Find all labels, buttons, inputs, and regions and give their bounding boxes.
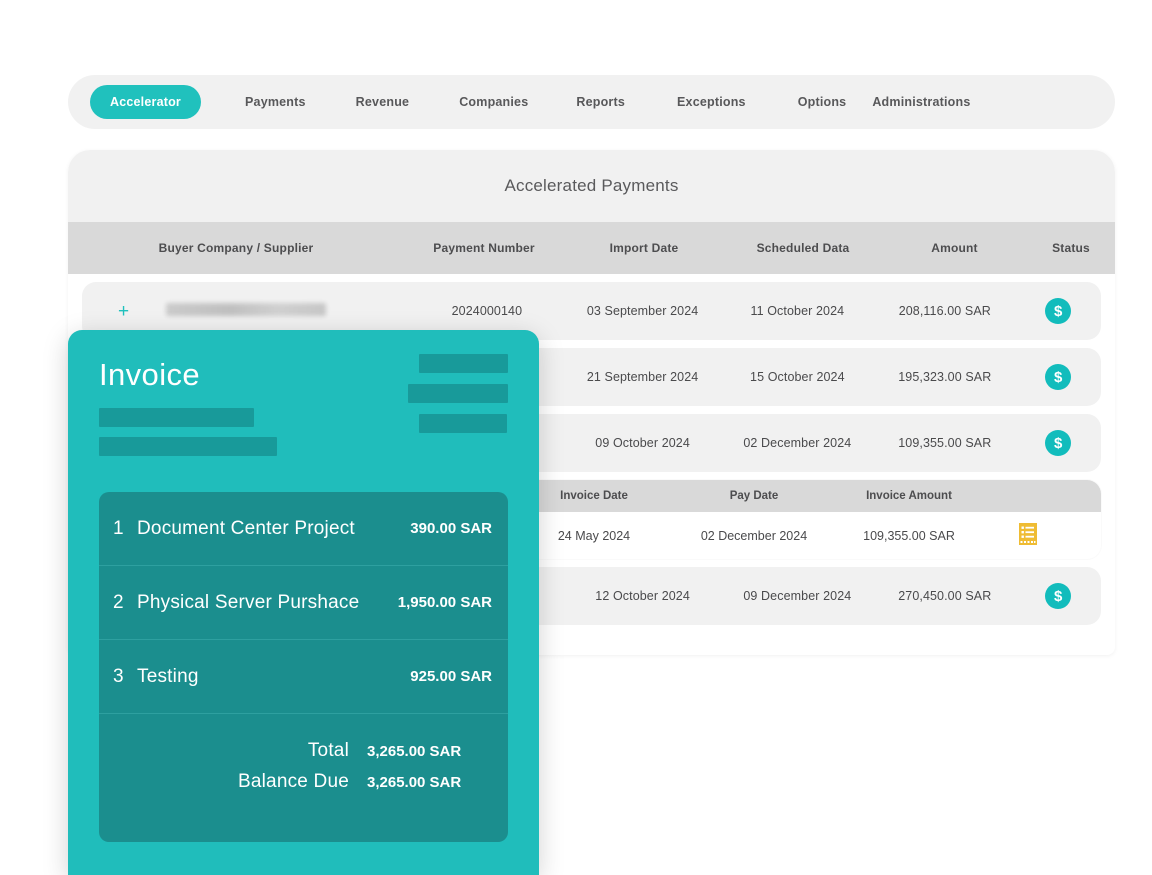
line-item-number: 2 <box>113 591 124 613</box>
total-value: 3,265.00 SAR <box>367 743 462 760</box>
sub-cell-invoice-amount: 109,355.00 SAR <box>863 528 955 543</box>
invoice-document-icon[interactable] <box>1018 522 1038 546</box>
line-item-number: 3 <box>113 665 124 687</box>
tab-revenue[interactable]: Revenue <box>356 95 410 109</box>
expand-row-icon[interactable]: + <box>118 302 129 321</box>
dollar-icon[interactable]: $ <box>1045 364 1072 390</box>
line-item-description: Physical Server Purshace <box>137 591 360 613</box>
cell-scheduled-date: 15 October 2024 <box>750 370 845 384</box>
redacted-invoice-field <box>408 384 508 403</box>
cell-status: $ <box>1015 583 1101 609</box>
invoice-line-item: 3 Testing 925.00 SAR <box>99 640 508 714</box>
redacted-invoice-field <box>99 408 254 427</box>
line-item-number: 1 <box>113 517 124 539</box>
line-item-description: Document Center Project <box>137 517 355 539</box>
cell-amount: 195,323.00 SAR <box>898 370 992 384</box>
cell-status: $ <box>1015 298 1101 324</box>
tab-payments[interactable]: Payments <box>245 95 306 109</box>
line-item-amount: 1,950.00 SAR <box>397 594 492 611</box>
tab-administrations[interactable]: Administrations <box>872 95 970 109</box>
balance-due-value: 3,265.00 SAR <box>367 774 462 791</box>
tab-accelerator[interactable]: Accelerator <box>90 85 201 119</box>
invoice-line-items-panel: 1 Document Center Project 390.00 SAR 2 P… <box>99 492 508 842</box>
cell-import-date: 03 September 2024 <box>586 304 699 318</box>
line-item-description: Testing <box>137 665 199 687</box>
sub-cell-action <box>984 522 1072 549</box>
tab-exceptions[interactable]: Exceptions <box>677 95 746 109</box>
line-item-amount: 390.00 SAR <box>410 520 492 537</box>
cell-scheduled-date: 09 December 2024 <box>743 589 852 603</box>
tab-options[interactable]: Options <box>798 95 847 109</box>
column-header-amount: Amount <box>931 241 978 255</box>
sub-column-header-pay-date: Pay Date <box>729 490 779 502</box>
cell-import-date: 09 October 2024 <box>595 436 690 450</box>
invoice-preview-card: Invoice 1 Document Center Project 390.00… <box>68 330 539 875</box>
balance-due-label: Balance Due <box>238 771 349 792</box>
redacted-invoice-field <box>419 414 507 433</box>
cell-import-date: 21 September 2024 <box>586 370 699 384</box>
total-label: Total <box>307 740 349 761</box>
invoice-totals: Total 3,265.00 SAR Balance Due 3,265.00 … <box>99 714 508 842</box>
sub-cell-pay-date: 02 December 2024 <box>700 528 808 543</box>
cell-status: $ <box>1015 430 1101 456</box>
cell-payment-number: 2024000140 <box>451 304 523 318</box>
cell-import-date: 12 October 2024 <box>595 589 690 603</box>
tab-companies[interactable]: Companies <box>459 95 528 109</box>
column-header-scheduled-data: Scheduled Data <box>756 241 850 255</box>
dollar-icon[interactable]: $ <box>1045 430 1072 456</box>
dollar-icon[interactable]: $ <box>1045 298 1072 324</box>
top-navigation-bar: Accelerator Payments Revenue Companies R… <box>68 75 1115 129</box>
invoice-balance-due-row: Balance Due 3,265.00 SAR <box>115 771 492 793</box>
table-header-row: Buyer Company / Supplier Payment Number … <box>68 222 1115 274</box>
card-title-bar: Accelerated Payments <box>68 150 1115 222</box>
cell-scheduled-date: 02 December 2024 <box>743 436 852 450</box>
redacted-invoice-field <box>419 354 508 373</box>
column-header-status: Status <box>1052 241 1090 255</box>
cell-buyer <box>82 303 409 319</box>
cell-amount: 270,450.00 SAR <box>898 589 992 603</box>
line-item-amount: 925.00 SAR <box>410 668 492 685</box>
invoice-line-item: 1 Document Center Project 390.00 SAR <box>99 492 508 566</box>
invoice-line-item: 2 Physical Server Purshace 1,950.00 SAR <box>99 566 508 640</box>
redacted-invoice-field <box>99 437 277 456</box>
sub-column-header-invoice-amount: Invoice Amount <box>866 490 952 502</box>
cell-scheduled-date: 11 October 2024 <box>750 304 845 318</box>
column-header-payment-number: Payment Number <box>433 241 535 255</box>
tab-reports[interactable]: Reports <box>576 95 625 109</box>
invoice-total-row: Total 3,265.00 SAR <box>115 740 492 762</box>
cell-amount: 109,355.00 SAR <box>898 436 992 450</box>
cell-amount: 208,116.00 SAR <box>898 304 991 318</box>
page-title: Accelerated Payments <box>504 176 679 195</box>
invoice-title: Invoice <box>99 357 201 392</box>
redacted-buyer-name <box>165 303 326 316</box>
column-header-buyer: Buyer Company / Supplier <box>158 241 314 255</box>
cell-status: $ <box>1015 364 1101 390</box>
invoice-card-header: Invoice <box>68 330 539 482</box>
column-header-import-date: Import Date <box>609 241 679 255</box>
dollar-icon[interactable]: $ <box>1045 583 1072 609</box>
